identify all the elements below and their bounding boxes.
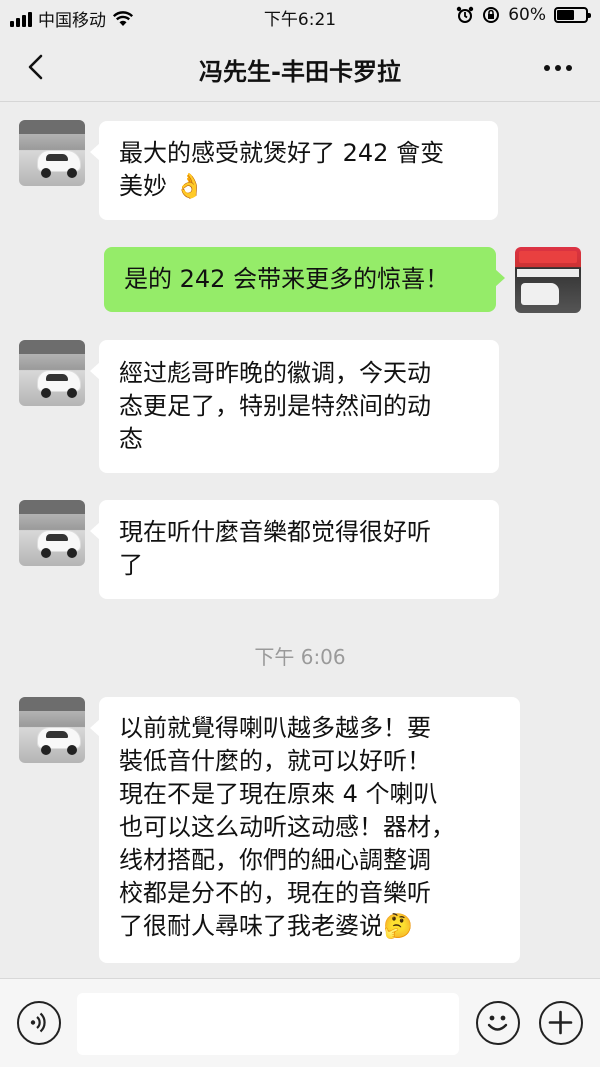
more-dots-icon[interactable] xyxy=(544,65,572,71)
message-line: 以前就覺得喇叭越多越多！要 xyxy=(119,714,431,742)
ok-hand-emoji: 👌 xyxy=(174,172,205,200)
message-line: 校都是分不的，現在的音樂听 xyxy=(119,879,431,907)
message-line: 线材搭配，你們的細心調整调 xyxy=(119,846,431,874)
message-line: 了很耐人尋味了我老婆说🤔 xyxy=(119,910,500,943)
message-line: 現在不是了現在原來 4 个喇叭 xyxy=(119,780,438,808)
battery-icon xyxy=(554,7,591,23)
message-line: 裝低音什麼的，就可以好听！ xyxy=(119,747,431,775)
thinking-emoji: 🤔 xyxy=(383,912,413,940)
status-right: 60% xyxy=(456,5,591,25)
battery-percent: 60% xyxy=(508,5,546,25)
message-bubble[interactable]: 最大的感受就煲好了 242 會变 美妙 👌 xyxy=(90,121,498,220)
battery-fill xyxy=(557,10,574,20)
message-line: 了 xyxy=(119,551,143,579)
message-line: 态更足了，特别是特然间的动 xyxy=(119,392,431,420)
message-line: 最大的感受就煲好了 242 會变 xyxy=(119,139,445,167)
message-bubble[interactable]: 以前就覺得喇叭越多越多！要 裝低音什麼的，就可以好听！ 現在不是了現在原來 4 … xyxy=(90,697,520,963)
message-line: 也可以这么动听这动感！器材， xyxy=(119,813,455,841)
orientation-lock-icon xyxy=(483,7,500,23)
contact-avatar[interactable] xyxy=(19,120,85,186)
message-line: 美妙 👌 xyxy=(119,170,478,203)
message-timestamp: 下午 6:06 xyxy=(254,645,346,669)
contact-avatar[interactable] xyxy=(19,340,85,406)
alarm-icon xyxy=(457,6,474,23)
contact-avatar[interactable] xyxy=(19,500,85,566)
message-input[interactable] xyxy=(77,993,459,1055)
chat-title: 冯先生-丰田卡罗拉 xyxy=(199,58,401,86)
message-bubble[interactable]: 現在听什麼音樂都觉得很好听 了 xyxy=(90,500,499,599)
message-line: 是的 242 会带来更多的惊喜！ xyxy=(124,265,450,293)
plus-icon[interactable] xyxy=(539,1001,583,1045)
input-bar xyxy=(0,978,600,1067)
message-line: 現在听什麼音樂都觉得很好听 xyxy=(119,518,431,546)
message-line: 經过彪哥昨晚的徽调，今天动 xyxy=(119,359,431,387)
contact-avatar[interactable] xyxy=(19,697,85,763)
self-avatar[interactable] xyxy=(515,247,581,313)
emoji-icon[interactable] xyxy=(476,1001,520,1045)
message-bubble-self[interactable]: 是的 242 会带来更多的惊喜！ xyxy=(104,247,505,312)
voice-icon[interactable] xyxy=(17,1001,61,1045)
message-line: 态 xyxy=(119,425,143,453)
nav-bar: 冯先生-丰田卡罗拉 xyxy=(0,32,600,102)
status-bar: 中国移动 下午6:21 60% xyxy=(0,0,600,32)
message-bubble[interactable]: 經过彪哥昨晚的徽调，今天动 态更足了，特别是特然间的动 态 xyxy=(90,340,499,473)
